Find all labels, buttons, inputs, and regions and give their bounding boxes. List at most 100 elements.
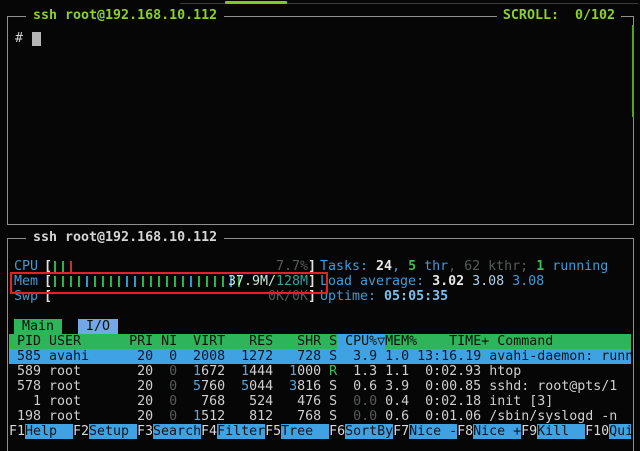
scroll-indicator: SCROLL: 0/102 [497,8,621,23]
cell-virt: 2008 [185,349,225,364]
tab-io[interactable]: I/O [78,319,118,334]
cell-command: avahi-daemon: running [489,349,631,364]
fkey-f6[interactable]: F6SortBy [329,424,393,439]
cell-mem: 1.0 [377,349,409,364]
cell-pri: 20 [129,364,153,379]
shell-prompt: # [15,31,23,46]
cell-res: 1272 [233,349,273,364]
magnitude-digits: 1 [289,364,297,379]
text-segment: thr [416,259,448,274]
state-letter: S [329,349,337,364]
shell-prompt-line[interactable]: # [15,31,41,46]
state-letter: S [329,394,337,409]
cell-command: init [3] [489,394,631,409]
text-segment: Load average: [320,274,432,289]
fkey-label: SortBy [345,424,393,439]
fkey-f1[interactable]: F1Help [9,424,73,439]
cell-time: 0:02.93 [417,364,481,379]
column-header-cpu[interactable]: CPU%▽ [337,334,385,349]
magnitude-digits: 2 [193,349,201,364]
cell-cpu: 0.6 [337,379,377,394]
cell-state: R [329,364,337,379]
pane-border-highlight [632,25,634,117]
state-letter: S [329,379,337,394]
cell-user: avahi [49,349,121,364]
cell-user: root [49,394,121,409]
cell-virt: 1512 [185,409,225,424]
fkey-f5[interactable]: F5Tree [265,424,329,439]
fkey-f8[interactable]: F8Nice + [457,424,521,439]
fkey-number: F1 [9,424,25,439]
top-pane-title: ssh root@192.168.10.112 [26,8,224,23]
text-segment: 3.08 [472,274,512,289]
fkey-number: F5 [265,424,281,439]
column-header-command[interactable]: Command [497,334,631,349]
fkey-label: Setup [89,424,137,439]
tasks-line: Tasks: 24, 5 thr, 62 kthr; 1 running [320,259,631,274]
column-header-user[interactable]: USER [49,334,121,349]
magnitude-digits: 1 [193,364,201,379]
cell-mem: 0.4 [377,394,409,409]
cell-mem: 0.6 [377,409,409,424]
fkey-f10[interactable]: F10Quit [585,424,631,439]
cell-time: 0:00.85 [417,379,481,394]
text-segment: Uptime: [320,289,384,304]
cell-cpu: 0.0 [337,394,377,409]
magnitude-digits: 1 [241,364,249,379]
fkey-number: F3 [137,424,153,439]
process-table: 585avahi20020081272728S3.91.013:16.19ava… [9,349,631,424]
cell-pri: 20 [129,379,153,394]
cell-ni: 0 [161,379,177,394]
cell-cpu: 3.9 [337,349,377,364]
state-letter: R [329,364,337,379]
column-header-virt[interactable]: VIRT [185,334,225,349]
column-header-res[interactable]: RES [233,334,273,349]
column-header-ni[interactable]: NI [161,334,177,349]
column-header-shr[interactable]: SHR [281,334,321,349]
cell-command: sshd: root@pts/1 [489,379,631,394]
text-segment: 5 [408,259,416,274]
cell-command: /sbin/syslogd -n [489,409,631,424]
magnitude-digits: 1 [241,349,249,364]
process-row[interactable]: 198root2001512812768S0.00.60:01.06/sbin/… [9,409,631,424]
htop-stats: Tasks: 24, 5 thr, 62 kthr; 1 running Loa… [320,259,631,304]
text-segment: 05:05:35 [384,289,448,304]
process-row[interactable]: 589root200167214441000R1.31.10:02.93htop [9,364,631,379]
cell-virt: 5760 [185,379,225,394]
fkey-number: F6 [329,424,345,439]
text-segment: 3.08 [512,274,544,289]
function-key-bar: F1HelpF2SetupF3SearchF4FilterF5TreeF6Sor… [9,424,631,439]
column-header-state[interactable]: S [329,334,337,349]
process-row[interactable]: 585avahi20020081272728S3.91.013:16.19ava… [9,349,631,364]
cell-state: S [329,349,337,364]
cell-pri: 20 [129,409,153,424]
fkey-number: F2 [73,424,89,439]
mem-annotation-box [10,272,328,294]
cell-ni: 0 [161,349,177,364]
column-header-mem[interactable]: MEM% [385,334,417,349]
bottom-pane: ssh root@192.168.10.112 CPU[ 7.7% ] Mem[… [7,238,634,451]
fkey-number: F8 [457,424,473,439]
process-row[interactable]: 1root200768524476S0.00.40:02.18init [3] [9,394,631,409]
cell-ni: 0 [161,409,177,424]
fkey-label: Filter [217,424,265,439]
cell-time: 0:01.06 [417,409,481,424]
column-header-pri[interactable]: PRI [129,334,153,349]
fkey-f2[interactable]: F2Setup [73,424,137,439]
column-header-pid[interactable]: PID [9,334,41,349]
text-segment: 1 [536,259,544,274]
cell-time: 13:16.19 [417,349,481,364]
fkey-f3[interactable]: F3Search [137,424,201,439]
cell-state: S [329,394,337,409]
cell-mem: 1.1 [377,364,409,379]
cell-res: 812 [233,409,273,424]
tab-main[interactable]: Main [14,319,62,334]
cell-shr: 476 [281,394,321,409]
fkey-f7[interactable]: F7Nice - [393,424,457,439]
fkey-f9[interactable]: F9Kill [521,424,585,439]
cell-pri: 20 [129,349,153,364]
cell-pid: 198 [9,409,41,424]
fkey-f4[interactable]: F4Filter [201,424,265,439]
column-header-time[interactable]: TIME+ [425,334,489,349]
process-row[interactable]: 578root200576050443816S0.63.90:00.85sshd… [9,379,631,394]
